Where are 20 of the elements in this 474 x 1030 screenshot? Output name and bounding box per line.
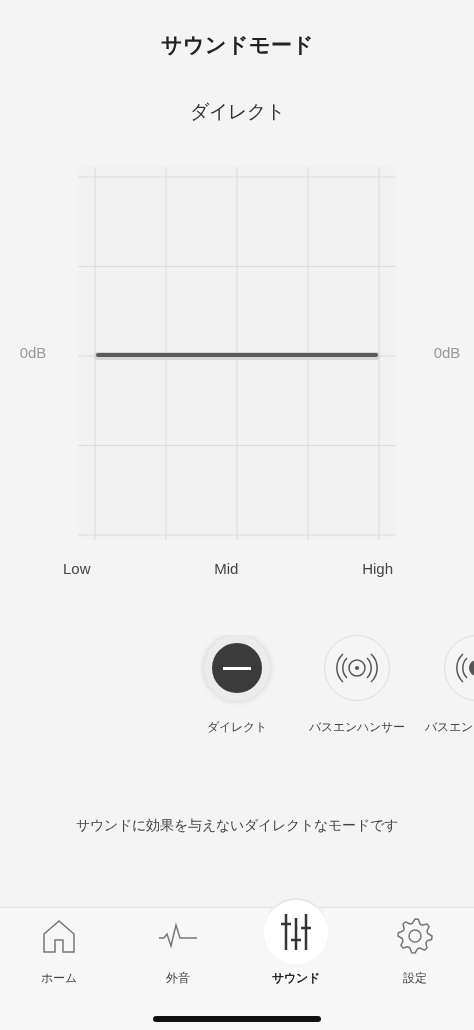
screen-title: サウンドモード — [160, 32, 314, 58]
axis-label: High — [362, 559, 393, 579]
axis-label: 0dB — [18, 344, 48, 361]
mode-label: ダイレクト — [207, 719, 267, 736]
mode-description: サウンドに効果を与えないダイレクトなモードです — [75, 817, 399, 835]
axis-label: Mid — [214, 559, 239, 579]
mode-label: バスエン — [424, 719, 473, 736]
nav-tab[interactable]: 外音 — [118, 896, 237, 986]
mode-name: ダイレクト — [189, 100, 285, 124]
mode-button[interactable] — [204, 635, 270, 701]
axis-label: Low — [63, 559, 91, 579]
mode-label: バスエンハンサー — [309, 719, 405, 736]
waveform-icon — [157, 922, 198, 950]
nav-tab[interactable]: サウンド — [237, 896, 356, 986]
settings-icon — [394, 916, 435, 956]
nav-tab[interactable]: 設定 — [355, 896, 474, 986]
nav-tab[interactable]: ホーム — [0, 896, 119, 986]
axis-label: 0dB — [432, 344, 462, 361]
home-icon — [41, 918, 78, 954]
flat-line-icon — [223, 666, 251, 670]
